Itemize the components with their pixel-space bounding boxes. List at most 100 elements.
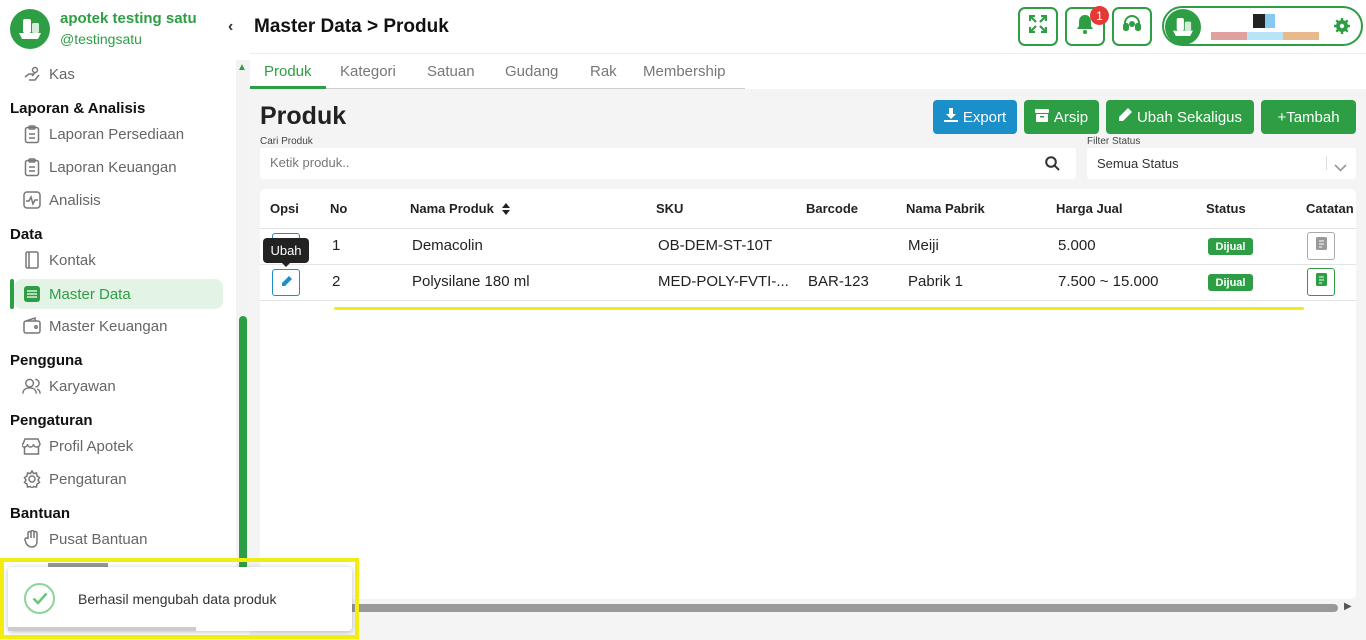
chevron-down-icon [1334,159,1347,177]
sidebar-item-pengaturan[interactable]: Pengaturan [14,464,223,494]
fullscreen-icon [1028,14,1048,38]
cell-price: 7.500 ~ 15.000 [1058,273,1159,290]
sidebar-item-master-data[interactable]: Master Data [14,279,223,309]
brand-name: apotek testing satu [60,10,197,27]
activity-icon [22,191,41,210]
sidebar-item-laporan-persediaan[interactable]: Laporan Persediaan [14,119,223,149]
tab-rak[interactable]: Rak [590,63,617,80]
edit-tooltip: Ubah [263,238,309,263]
archive-icon [1034,108,1049,126]
archive-label: Arsip [1053,108,1089,126]
sidebar-item-pusat-bantuan[interactable]: Pusat Bantuan [14,524,223,554]
sidebar-item-profil-apotek[interactable]: Profil Apotek [14,431,223,461]
sidebar-item-label: Pengaturan [49,470,127,488]
sidebar-scroll-thumb[interactable] [239,316,247,572]
col-header-barcode: Barcode [806,201,859,216]
support-button[interactable] [1112,7,1152,46]
row-divider [260,228,1356,229]
database-icon [22,285,41,304]
sidebar-item-kas[interactable]: Kas [14,59,223,89]
fullscreen-button[interactable] [1018,7,1058,46]
col-header-no: No [330,201,348,216]
wallet-icon [22,317,41,336]
sidebar-item-label: Kas [49,65,75,83]
sidebar-item-kontak[interactable]: Kontak [14,245,223,275]
add-label: +Tambah [1277,108,1340,126]
note-icon [1315,237,1327,255]
pencil-icon [1118,108,1132,126]
toast-highlight-box [0,558,359,639]
cell-factory: Pabrik 1 [908,273,964,290]
search-icon[interactable] [1045,156,1060,176]
sidebar-section-laporan: Laporan & Analisis [10,100,146,117]
sidebar-item-label: Analisis [49,191,101,209]
search-box [260,148,1076,179]
select-separator [1326,156,1327,170]
archive-button[interactable]: Arsip [1024,100,1099,134]
sidebar-item-label: Kontak [49,251,96,269]
headset-icon [1122,14,1142,39]
search-input[interactable] [270,155,1010,170]
tab-produk[interactable]: Produk [264,63,312,80]
note-icon [1315,273,1327,291]
brand-handle: @testingsatu [60,31,142,47]
note-button[interactable] [1307,232,1335,260]
tab-membership[interactable]: Membership [643,63,726,80]
user-settings-gear-icon[interactable] [1334,18,1350,39]
sidebar: apotek testing satu @testingsatu ‹ Kas L… [0,0,236,640]
sidebar-section-data: Data [10,226,43,243]
cell-sku: MED-POLY-FVTI-... [658,273,789,290]
cell-no: 2 [332,273,341,290]
filter-value: Semua Status [1097,156,1179,171]
search-label: Cari Produk [260,136,313,147]
col-header-catatan: Catatan [1306,201,1354,216]
edit-button[interactable] [272,269,300,296]
col-header-opsi: Opsi [270,201,299,216]
highlight-underline [334,307,1304,310]
collapse-sidebar-icon[interactable]: ‹ [228,18,233,36]
col-header-nama-pabrik: Nama Pabrik [906,201,985,216]
sidebar-item-label: Master Keuangan [49,317,168,335]
download-icon [943,108,958,126]
avatar [1165,9,1201,45]
row-divider [260,300,1356,301]
cell-product-name: Demacolin [412,237,483,254]
add-button[interactable]: +Tambah [1261,100,1356,134]
page-title: Master Data > Produk [254,16,449,37]
note-button[interactable] [1307,268,1335,296]
brand-logo [10,9,50,49]
cell-sku: OB-DEM-ST-10T [658,237,773,254]
sidebar-item-label: Master Data [49,285,131,303]
col-header-status: Status [1206,201,1246,216]
status-filter-select[interactable]: Semua Status [1087,148,1356,179]
export-label: Export [962,108,1007,126]
tab-gudang[interactable]: Gudang [505,63,558,80]
sidebar-item-label: Karyawan [49,377,116,395]
header-divider [250,53,1366,54]
sidebar-item-master-keuangan[interactable]: Master Keuangan [14,311,223,341]
scroll-up-icon[interactable]: ▲ [237,62,247,73]
wallet-hand-icon [22,65,41,84]
export-button[interactable]: Export [933,100,1017,134]
contact-book-icon [22,251,41,270]
hand-icon [22,530,41,549]
bulk-edit-button[interactable]: Ubah Sekaligus [1106,100,1254,134]
col-header-nama-produk[interactable]: Nama Produk [410,201,494,216]
sidebar-item-karyawan[interactable]: Karyawan [14,371,223,401]
tab-satuan[interactable]: Satuan [427,63,475,80]
tab-kategori[interactable]: Kategori [340,63,396,80]
status-badge: Dijual [1208,274,1253,291]
sidebar-section-pengaturan: Pengaturan [10,412,93,429]
sort-icon[interactable] [502,202,510,220]
sidebar-item-label: Laporan Persediaan [49,125,185,143]
sidebar-item-laporan-keuangan[interactable]: Laporan Keuangan [14,152,223,182]
table-horizontal-scrollbar[interactable] [345,604,1338,612]
store-icon [22,437,41,456]
tooltip-arrow [281,262,291,267]
sidebar-item-analisis[interactable]: Analisis [14,185,223,215]
scroll-right-icon[interactable]: ▶ [1344,601,1352,612]
users-icon [22,377,41,396]
bulk-edit-label: Ubah Sekaligus [1136,108,1243,126]
cell-no: 1 [332,237,341,254]
clipboard-icon [22,124,41,144]
